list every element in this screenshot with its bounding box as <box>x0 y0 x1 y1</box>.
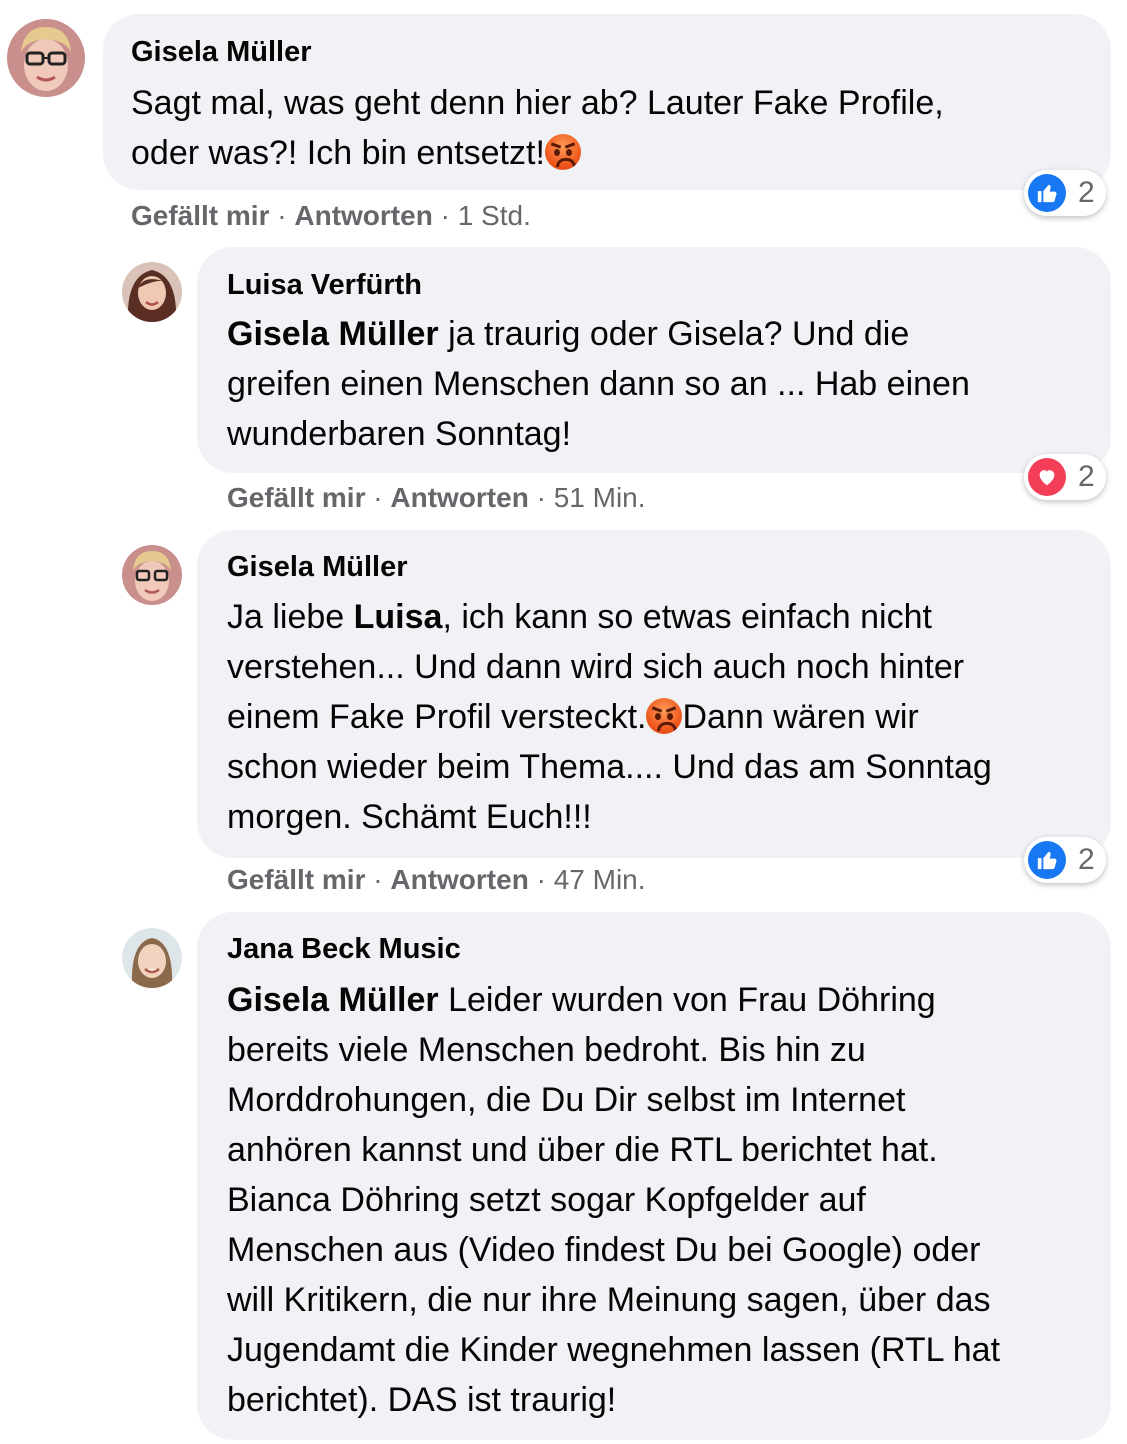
angry-face-icon <box>544 134 581 170</box>
avatar[interactable] <box>122 262 182 322</box>
timestamp[interactable]: 47 Min. <box>554 864 646 895</box>
text-line: verstehen... Und dann wird sich auch noc… <box>227 648 965 686</box>
comment-text: Gisela Müller ja traurig oder Gisela? Un… <box>227 309 970 459</box>
love-icon <box>1028 458 1066 496</box>
reply-link[interactable]: Antworten <box>294 200 432 231</box>
text-segment: Ja liebe <box>227 598 354 636</box>
comment-author[interactable]: Jana Beck Music <box>227 933 461 966</box>
reaction-summary[interactable]: 2 <box>1024 170 1106 216</box>
text-line: Morddrohungen, die Du Dir selbst im Inte… <box>227 1081 906 1119</box>
comment-text: Sagt mal, was geht denn hier ab? Lauter … <box>131 78 944 178</box>
like-icon <box>1028 841 1066 879</box>
like-link[interactable]: Gefällt mir <box>227 482 365 513</box>
reaction-summary[interactable]: 2 <box>1024 837 1106 883</box>
reaction-count: 2 <box>1078 843 1095 876</box>
avatar[interactable] <box>122 545 182 605</box>
comment-text: Ja liebe Luisa, ich kann so etwas einfac… <box>227 592 992 842</box>
avatar[interactable] <box>7 19 85 97</box>
comment-author[interactable]: Gisela Müller <box>227 551 408 584</box>
comment-text: Gisela Müller Leider wurden von Frau Döh… <box>227 975 1000 1425</box>
text-line: Bianca Döhring setzt sogar Kopfgelder au… <box>227 1181 866 1219</box>
reaction-count: 2 <box>1078 460 1095 493</box>
angry-face-icon <box>646 698 683 734</box>
text-line: will Kritikern, die nur ihre Meinung sag… <box>227 1281 991 1319</box>
timestamp[interactable]: 51 Min. <box>554 482 646 513</box>
text-line: einem Fake Profil versteckt. Dann wären w… <box>227 692 992 742</box>
text-line: Gisela Müller Leider wurden von Frau Döh… <box>227 975 1000 1025</box>
text-segment: ja traurig oder Gisela? Und die <box>438 315 910 353</box>
reply-link[interactable]: Antworten <box>390 482 528 513</box>
avatar[interactable] <box>122 928 182 988</box>
text-segment: einem Fake Profil versteckt. <box>227 698 647 736</box>
comment-actions: Gefällt mir · Antworten · 47 Min. <box>227 864 646 895</box>
like-link[interactable]: Gefällt mir <box>227 864 365 895</box>
text-segment: Leider wurden von Frau Döhring <box>438 981 936 1019</box>
reaction-summary[interactable]: 2 <box>1024 454 1106 500</box>
text-segment: Dann wären wir <box>682 698 919 736</box>
comment-author[interactable]: Luisa Verfürth <box>227 269 422 302</box>
text-line: greifen einen Menschen dann so an ... Ha… <box>227 365 970 403</box>
mention-link[interactable]: Gisela Müller <box>227 315 439 353</box>
like-icon <box>1028 174 1066 212</box>
text-line: wunderbaren Sonntag! <box>227 415 572 453</box>
text-line: berichtet). DAS ist traurig! <box>227 1381 617 1419</box>
mention-link[interactable]: Gisela Müller <box>227 981 439 1019</box>
text-line: schon wieder beim Thema.... Und das am S… <box>227 748 992 786</box>
text-line: anhören kannst und über die RTL berichte… <box>227 1131 938 1169</box>
text-line: Jugendamt die Kinder wegnehmen lassen (R… <box>227 1331 1001 1369</box>
text-line: Gisela Müller ja traurig oder Gisela? Un… <box>227 309 970 359</box>
reply-link[interactable]: Antworten <box>390 864 528 895</box>
comment-actions: Gefällt mir · Antworten · 1 Std. <box>131 200 531 231</box>
text-line: bereits viele Menschen bedroht. Bis hin … <box>227 1031 866 1069</box>
text-line: oder was?! Ich bin entsetzt! <box>131 128 944 178</box>
timestamp[interactable]: 1 Std. <box>458 200 531 231</box>
comment-author[interactable]: Gisela Müller <box>131 36 312 69</box>
text-line: Menschen aus (Video findest Du bei Googl… <box>227 1231 981 1269</box>
mention-link[interactable]: Luisa <box>354 598 443 636</box>
text-segment: , ich kann so etwas einfach nicht <box>442 598 932 636</box>
reaction-count: 2 <box>1078 176 1095 209</box>
text-line: Sagt mal, was geht denn hier ab? Lauter … <box>131 84 944 122</box>
text-segment: oder was?! Ich bin entsetzt! <box>131 134 545 172</box>
text-line: morgen. Schämt Euch!!! <box>227 798 592 836</box>
like-link[interactable]: Gefällt mir <box>131 200 269 231</box>
comment-actions: Gefällt mir · Antworten · 51 Min. <box>227 482 646 513</box>
text-line: Ja liebe Luisa, ich kann so etwas einfac… <box>227 592 992 642</box>
